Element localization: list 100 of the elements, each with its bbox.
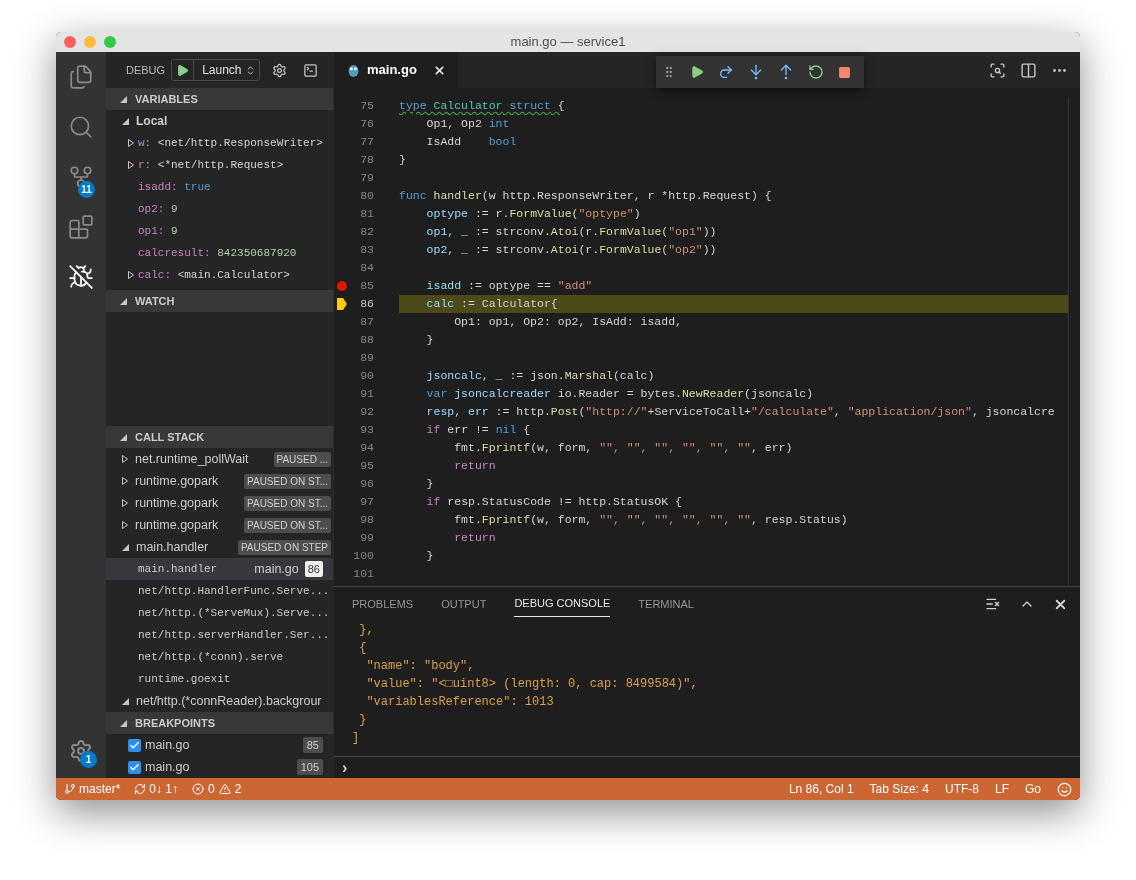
file-type-icon (348, 63, 359, 77)
section-header[interactable]: WATCH (106, 290, 333, 312)
line-number: 81 (359, 206, 374, 223)
thread-row[interactable]: main.handler PAUSED ON STEP (106, 536, 333, 558)
line-number: 96 (359, 476, 374, 493)
stack-frame-row[interactable]: net/http.HandlerFunc.Serve... (106, 580, 333, 602)
frame-name: net/http.(*conn).serve (138, 649, 284, 665)
line-number: 82 (359, 224, 374, 241)
expanded-triangle-icon[interactable] (122, 543, 129, 551)
step-into-icon[interactable] (748, 64, 764, 80)
code-line: } (425, 548, 435, 565)
variable-entry[interactable]: r: <*net/http.Request> (138, 156, 284, 174)
step-out-icon[interactable] (778, 64, 794, 80)
collapsed-triangle-icon[interactable] (128, 161, 134, 169)
collapsed-triangle-icon[interactable] (122, 521, 128, 529)
checkbox[interactable] (128, 760, 141, 774)
code-line: optype := r.FormValue("optype") (425, 206, 642, 223)
thread-row[interactable]: runtime.gopark PAUSED ON ST... (106, 470, 333, 492)
expanded-triangle-icon[interactable] (122, 117, 129, 125)
collapsed-triangle-icon[interactable] (128, 271, 134, 279)
stack-frame-row[interactable]: net/http.(*ServeMux).Serve... (106, 602, 333, 624)
checkbox[interactable] (128, 738, 141, 752)
status-item[interactable]: Go (1025, 780, 1041, 798)
thread-name: net/http.(*connReader).backgrour (136, 692, 322, 710)
variable-entry[interactable]: calcresult: 842350687920 (138, 244, 297, 262)
line-number: 88 (359, 332, 374, 349)
status-item[interactable]: UTF-8 (944, 780, 979, 798)
split-editor-icon[interactable] (1020, 61, 1037, 79)
config-name: Launch (201, 62, 242, 79)
bug-icon (68, 264, 94, 290)
variable-entry[interactable]: op1: 9 (138, 222, 178, 240)
play-icon (176, 63, 190, 77)
stack-frame-row[interactable]: net/http.serverHandler.Ser... (106, 624, 333, 646)
restart-icon[interactable] (808, 64, 824, 80)
expanded-triangle-icon[interactable] (120, 95, 127, 103)
thread-row[interactable]: net/http.(*connReader).backgrour (106, 690, 333, 712)
stack-frame-row[interactable]: net/http.(*conn).serve (106, 646, 333, 668)
breakpoint-row[interactable]: main.go 105 (106, 756, 333, 778)
expanded-triangle-icon[interactable] (120, 297, 127, 305)
thread-row[interactable]: runtime.gopark PAUSED ON ST... (106, 514, 333, 536)
line-number: 93 (359, 422, 374, 439)
frame-name: net/http.HandlerFunc.Serve... (138, 583, 330, 599)
scm-tab[interactable]: 11 (56, 152, 106, 202)
status-item[interactable]: LF (994, 780, 1009, 798)
stop-icon[interactable] (838, 65, 851, 79)
window-title: main.go — service1 (510, 33, 626, 52)
panel-tab[interactable]: DEBUG CONSOLE (514, 591, 611, 617)
continue-icon[interactable] (690, 65, 704, 79)
search-icon (68, 114, 94, 140)
collapsed-triangle-icon[interactable] (122, 455, 128, 463)
code-line: var jsoncalcreader io.Reader = bytes.NewReader(jsoncalc) (425, 386, 815, 403)
count-badge: 11 (78, 181, 95, 198)
line-number: 76 (359, 116, 374, 133)
expanded-triangle-icon[interactable] (122, 697, 129, 705)
code-line: isadd := optype == "add" (425, 278, 594, 295)
smiley-icon[interactable] (1057, 781, 1072, 797)
breakpoint-icon[interactable] (337, 281, 347, 291)
panel-tab[interactable]: PROBLEMS (352, 591, 414, 617)
variable-entry[interactable]: op2: 9 (138, 200, 178, 218)
panel-tab[interactable]: TERMINAL (638, 591, 694, 617)
sync-indicator[interactable]: 0↓ 1↑ (134, 780, 179, 798)
manage-button[interactable]: 1 (56, 728, 106, 774)
stack-frame-row[interactable]: runtime.goexit (106, 668, 333, 690)
thread-row[interactable]: runtime.gopark PAUSED ON ST... (106, 492, 333, 514)
launch-config-dropdown[interactable]: Launch (171, 59, 260, 81)
code-line: Op1, Op2 int (425, 116, 511, 133)
line-number: 92 (359, 404, 374, 421)
editor-tab[interactable]: main.go (334, 52, 458, 88)
expanded-triangle-icon[interactable] (120, 433, 127, 441)
line-number: 100 (352, 548, 374, 565)
panel-tab[interactable]: OUTPUT (441, 591, 487, 617)
console-icon[interactable] (302, 62, 318, 78)
clear-console-icon[interactable] (985, 596, 1001, 612)
status-item[interactable]: Tab Size: 4 (869, 780, 929, 798)
variable-entry[interactable]: calc: <main.Calculator> (138, 266, 290, 284)
scope-row[interactable]: Local (106, 110, 333, 132)
close-icon[interactable] (432, 63, 446, 77)
status-item[interactable]: Ln 86, Col 1 (788, 780, 854, 798)
status-badge: PAUSED ON ST... (244, 517, 331, 533)
breakpoint-row[interactable]: main.go 85 (106, 734, 333, 756)
line-number: 86 (359, 296, 374, 313)
thread-row[interactable]: net.runtime_pollWait PAUSED ... (106, 448, 333, 470)
step-over-icon[interactable] (718, 64, 734, 80)
problems-indicator[interactable]: 0 2 (192, 780, 242, 798)
line-number: 84 (359, 260, 374, 277)
stack-frame-row[interactable]: main.handler main.go 86 (106, 558, 333, 580)
line-badge: 85 (302, 736, 323, 754)
section-header[interactable]: VARIABLES (106, 88, 333, 110)
settings-icon[interactable] (271, 62, 287, 78)
section-header[interactable]: CALL STACK (106, 426, 333, 448)
preview-search-icon[interactable] (989, 61, 1006, 79)
variable-entry[interactable]: isadd: true (138, 178, 211, 196)
variable-entry[interactable]: w: <net/http.ResponseWriter> (138, 134, 323, 152)
status-badge: PAUSED ON STEP (237, 539, 331, 555)
collapsed-triangle-icon[interactable] (122, 477, 128, 485)
branch-indicator[interactable]: master* (64, 780, 121, 798)
collapsed-triangle-icon[interactable] (128, 139, 134, 147)
section-header[interactable]: BREAKPOINTS (106, 712, 333, 734)
expanded-triangle-icon[interactable] (120, 719, 127, 727)
collapsed-triangle-icon[interactable] (122, 499, 128, 507)
